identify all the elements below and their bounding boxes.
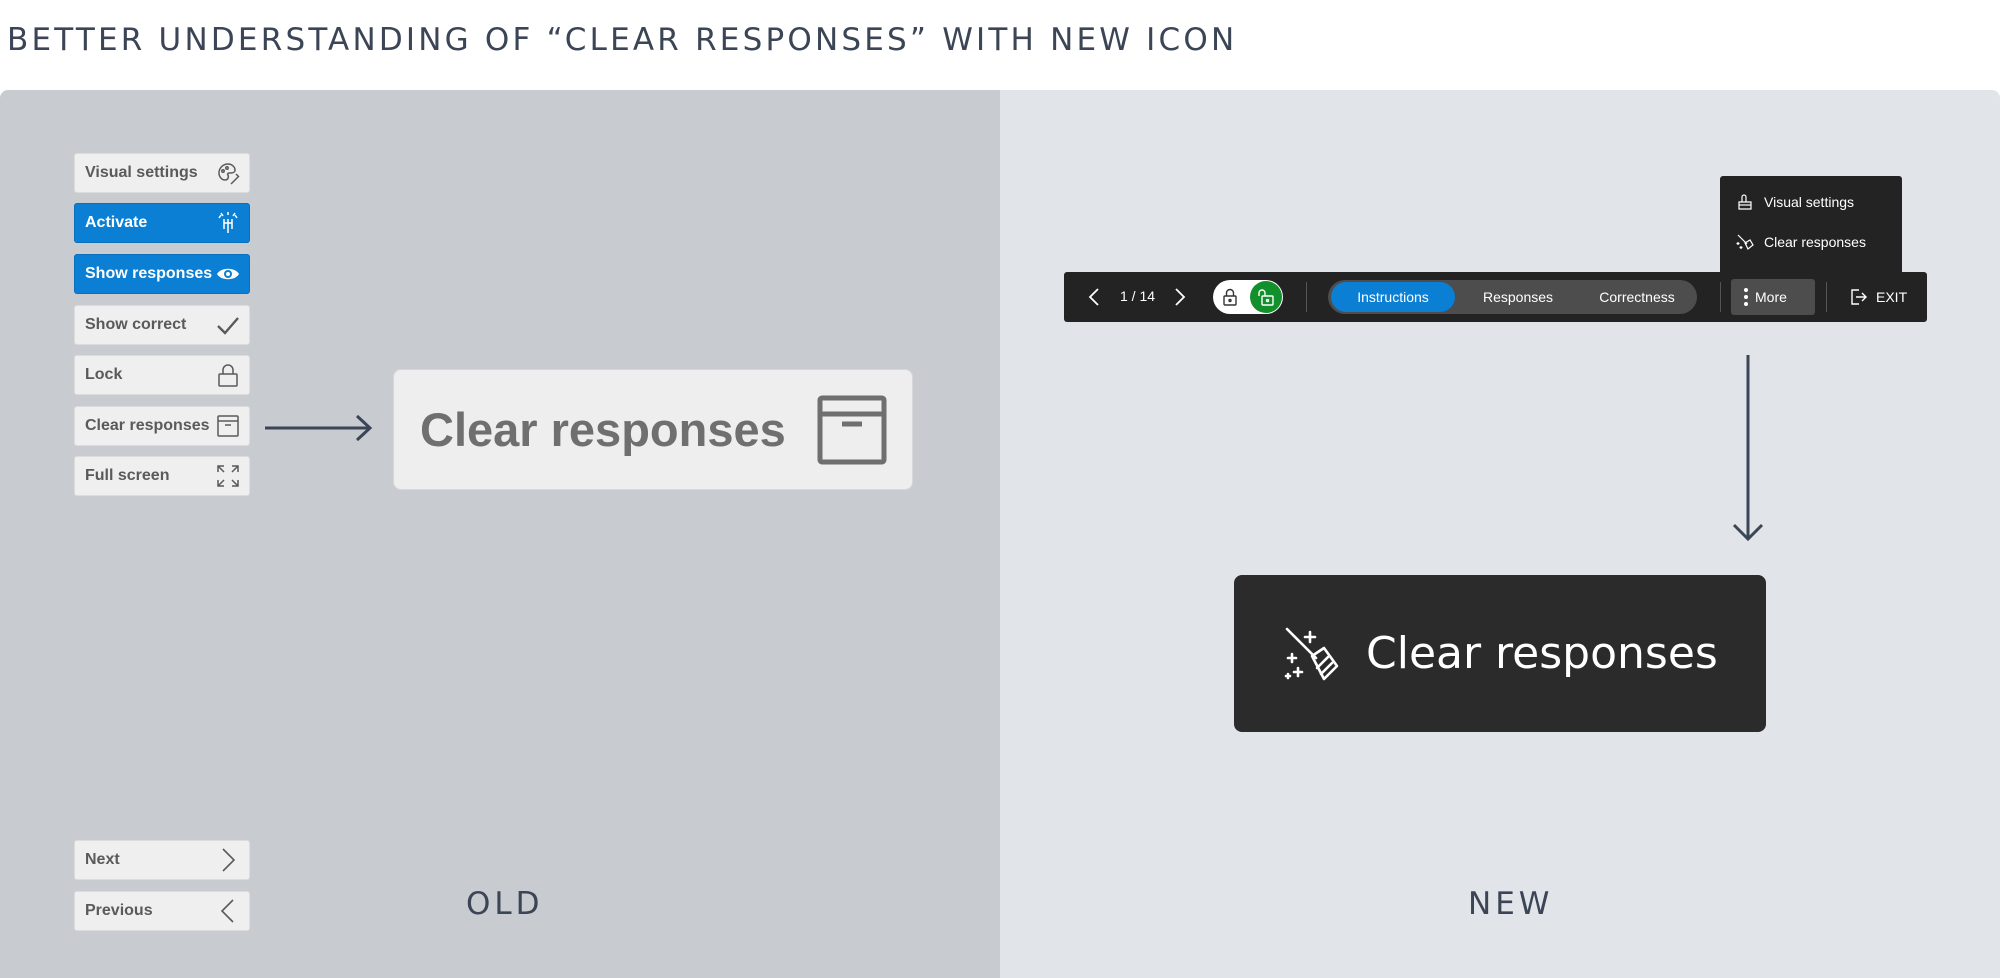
lock-icon [218,364,238,387]
activate-button[interactable]: Activate [74,203,250,243]
exit-label: EXIT [1876,289,1908,305]
lock-icon [1223,288,1237,306]
next-button[interactable]: Next [74,840,250,880]
activate-label: Activate [85,214,148,231]
clear-responses-large-new-label: Clear responses [1366,628,1718,679]
clear-responses-button-old[interactable]: Clear responses [74,406,250,446]
toolbar-divider [1826,282,1827,312]
show-responses-label: Show responses [85,265,213,282]
lock-toggle[interactable] [1213,280,1283,314]
archive-box-icon [217,415,239,437]
previous-button[interactable]: Previous [74,891,250,931]
full-screen-button[interactable]: Full screen [74,456,250,496]
toolbar-divider [1720,282,1721,312]
menu-item-clear-responses[interactable]: Clear responses [1736,230,1866,254]
exit-icon [1851,289,1867,305]
clear-responses-large-old: Clear responses [393,369,913,490]
toolbar-divider [1306,282,1307,312]
fullscreen-icon [217,465,239,487]
page-counter: 1 / 14 [1120,288,1156,304]
previous-label: Previous [85,902,153,919]
clear-responses-large-old-label: Clear responses [420,403,786,456]
lock-toggle-knob [1250,281,1282,313]
next-label: Next [85,851,120,868]
broom-sparkles-icon [1284,627,1339,680]
unlock-icon [1258,289,1274,306]
old-caption: OLD [466,886,544,922]
more-menu: Visual settings Clear responses [1720,176,1902,272]
menu-item-visual-settings[interactable]: Visual settings [1736,190,1854,214]
archive-box-icon [817,395,887,464]
palette-icon [218,163,240,185]
presenter-toolbar: 1 / 14 Instructions Responses Correctnes… [1064,272,1927,322]
clear-responses-large-new: Clear responses [1234,575,1766,732]
show-correct-label: Show correct [85,316,187,333]
chevron-right-icon[interactable] [1174,287,1186,307]
tab-instructions[interactable]: Instructions [1331,282,1455,312]
vertical-dots-icon [1744,288,1748,306]
more-label: More [1755,289,1787,305]
tab-responses[interactable]: Responses [1458,282,1578,312]
new-caption: NEW [1468,886,1554,922]
show-correct-button[interactable]: Show correct [74,305,250,345]
visual-settings-label: Visual settings [85,164,198,181]
checkmark-icon [217,317,239,335]
arrow-right-icon [265,414,373,442]
chevron-right-icon [222,848,236,872]
menu-item-visual-settings-label: Visual settings [1764,194,1855,210]
activate-icon [218,212,238,233]
mode-tabs: Instructions Responses Correctness [1328,280,1697,314]
broom-sparkles-icon [1736,234,1754,250]
arrow-down-icon [1732,355,1764,542]
show-responses-button[interactable]: Show responses [74,254,250,294]
full-screen-label: Full screen [85,467,170,484]
menu-item-clear-responses-label: Clear responses [1764,234,1866,250]
chevron-left-icon[interactable] [1088,287,1100,307]
more-button[interactable]: More [1731,279,1815,315]
chevron-left-icon [220,899,234,923]
lock-label: Lock [85,366,123,383]
tab-correctness[interactable]: Correctness [1580,282,1694,312]
lock-button[interactable]: Lock [74,355,250,395]
visual-settings-button[interactable]: Visual settings [74,153,250,193]
paint-bucket-icon [1738,194,1752,210]
page-title: BETTER UNDERSTANDING OF “CLEAR RESPONSES… [7,22,1238,58]
clear-responses-label-old: Clear responses [85,417,210,434]
exit-button[interactable]: EXIT [1840,279,1920,315]
eye-icon [217,268,239,280]
